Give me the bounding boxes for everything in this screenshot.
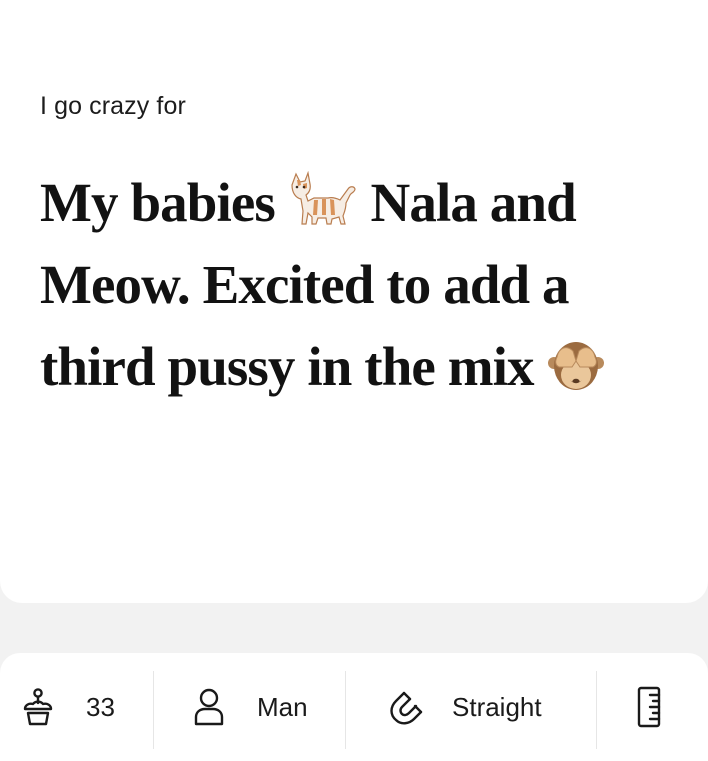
vital-height (628, 653, 668, 761)
prompt-question: I go crazy for (40, 92, 186, 120)
age-value: 33 (86, 691, 115, 722)
vital-gender: Man (189, 653, 308, 761)
section-gap (0, 603, 708, 653)
vitals-bar[interactable]: 33 Man Straight (0, 653, 708, 761)
vital-divider (153, 671, 154, 749)
ruler-icon (628, 686, 668, 728)
cat-emoji (291, 170, 356, 225)
cake-icon (18, 687, 58, 727)
vital-sexuality: Straight (384, 653, 542, 761)
see-no-evil-monkey-emoji (547, 342, 604, 390)
prompt-answer-text-start: My babies (40, 172, 288, 233)
prompt-answer: My babies Nala and Meow. Excited to add … (40, 162, 680, 408)
gender-value: Man (257, 691, 308, 722)
vital-divider (345, 671, 346, 749)
vital-age: 33 (18, 653, 115, 761)
prompt-card[interactable]: I go crazy for My babies Nala and Meow. … (0, 0, 708, 603)
magnet-icon (384, 687, 424, 727)
person-icon (189, 687, 229, 727)
vital-divider (596, 671, 597, 749)
sexuality-value: Straight (452, 691, 542, 722)
